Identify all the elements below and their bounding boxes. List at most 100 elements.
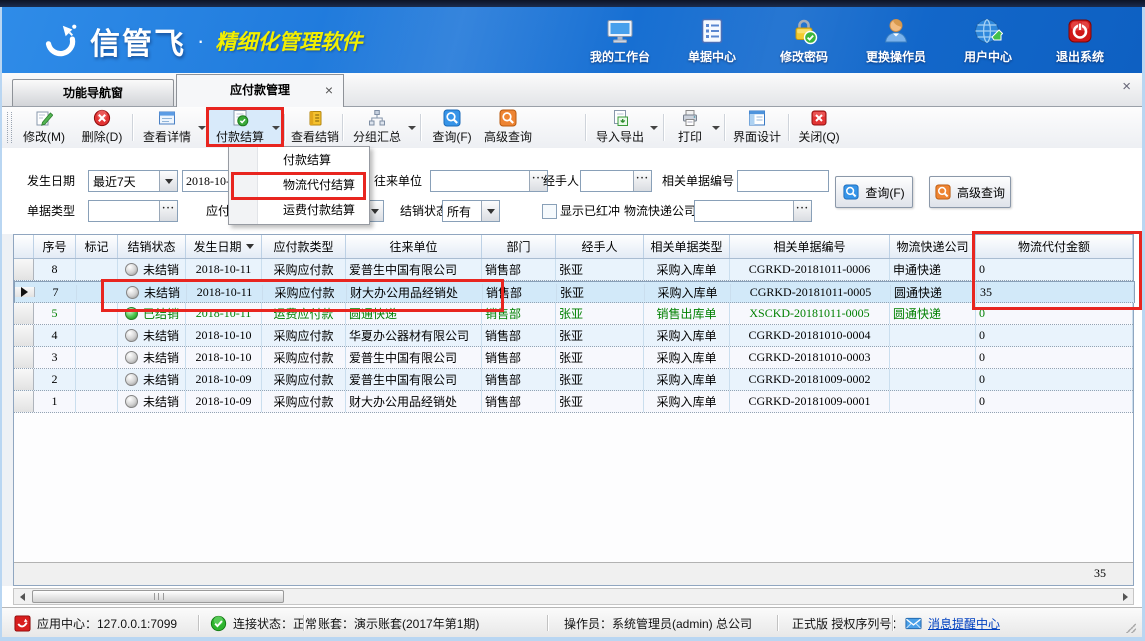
ellipsis-button[interactable]: ···: [793, 201, 811, 221]
header-action-label: 单据中心: [673, 48, 751, 65]
horizontal-scrollbar[interactable]: [13, 588, 1134, 605]
column-header-type[interactable]: 应付款类型: [262, 235, 346, 258]
toolbar-button-settle[interactable]: 付款结算: [208, 109, 282, 145]
settled-status-icon: [125, 307, 138, 320]
status-text: 未结销: [143, 261, 179, 278]
toolbar-button-group[interactable]: 分组汇总: [346, 109, 418, 145]
table-row[interactable]: 3未结销2018-10-10采购应付款爱普生中国有限公司销售部张亚采购入库单CG…: [14, 347, 1133, 369]
column-header-ind[interactable]: [14, 235, 34, 258]
column-header-label: 相关单据类型: [650, 238, 722, 255]
tab-close-icon[interactable]: ×: [325, 75, 333, 106]
app-logo-icon: [14, 615, 31, 632]
status-bar: 应用中心：127.0.0.1:7099 连接状态：正常 账套：演示账套(2017…: [2, 607, 1142, 638]
chevron-down-icon[interactable]: [481, 201, 499, 221]
header-action-operator[interactable]: 更换操作员: [857, 16, 935, 65]
column-header-mark[interactable]: 标记: [76, 235, 118, 258]
scroll-left-arrow-icon[interactable]: [14, 589, 30, 604]
header-action-doc-center[interactable]: 单据中心: [673, 16, 751, 65]
logistics-company-input[interactable]: ···: [694, 200, 812, 222]
header-action-user-center[interactable]: 用户中心: [949, 16, 1027, 65]
menu-item-freight-settle[interactable]: 运费付款结算: [229, 198, 369, 223]
row-indicator-cell: [14, 369, 34, 390]
ellipsis-button[interactable]: ···: [633, 171, 651, 191]
window-left-edge: [0, 7, 2, 641]
scroll-right-arrow-icon[interactable]: [1117, 589, 1133, 604]
cell-date: 2018-10-09: [186, 391, 262, 412]
column-header-doc_no[interactable]: 相关单据编号: [730, 235, 890, 258]
table-row[interactable]: 8未结销2018-10-11采购应付款爱普生中国有限公司销售部张亚采购入库单CG…: [14, 259, 1133, 281]
chevron-down-icon[interactable]: [159, 171, 177, 191]
column-header-dept[interactable]: 部门: [482, 235, 556, 258]
column-header-logistics[interactable]: 物流快递公司: [890, 235, 976, 258]
column-header-status[interactable]: 结销状态: [118, 235, 186, 258]
toolbar-button-label: 分组汇总: [353, 128, 401, 145]
toolbar-button-view-settle[interactable]: 查看结销: [288, 109, 342, 145]
ellipsis-button[interactable]: ···: [159, 201, 177, 221]
table-row[interactable]: 7未结销2018-10-11采购应付款财大办公用品经销处销售部张亚采购入库单CG…: [14, 281, 1135, 303]
cell-handler: 张亚: [556, 347, 644, 368]
table-row[interactable]: 2未结销2018-10-09采购应付款爱普生中国有限公司销售部张亚采购入库单CG…: [14, 369, 1133, 391]
status-license: 正式版 授权序列号：: [792, 608, 903, 638]
unit-input[interactable]: ···: [430, 170, 548, 192]
toolbar-button-label: 查看详情: [143, 128, 191, 145]
cell-logistics: 圆通快递: [890, 303, 976, 324]
show-red-flush-checkbox[interactable]: [542, 204, 557, 219]
toolbar-button-delete[interactable]: 删除(D): [76, 109, 128, 145]
menu-item-pay-settle[interactable]: 付款结算: [229, 148, 369, 173]
doctype-input[interactable]: ···: [88, 200, 178, 222]
status-message-center[interactable]: 消息提醒中心: [905, 608, 1000, 638]
brand: 信管飞 · 精细化管理软件: [38, 19, 362, 63]
cell-type: 采购应付款: [262, 259, 346, 280]
toolbar-button-import-export[interactable]: 导入导出: [590, 109, 660, 145]
row-indicator-cell: [14, 303, 34, 324]
header-action-workbench[interactable]: 我的工作台: [581, 16, 659, 65]
adv-search-icon: [499, 109, 517, 127]
column-header-label: 序号: [42, 238, 66, 255]
advanced-query-button[interactable]: 高级查询: [929, 176, 1011, 208]
tabbar-close-icon[interactable]: ×: [1122, 79, 1131, 94]
status-app-center: 应用中心：127.0.0.1:7099: [14, 608, 177, 638]
menu-item-logistics-settle[interactable]: 物流代付结算: [229, 173, 369, 198]
message-center-link[interactable]: 消息提醒中心: [928, 615, 1000, 632]
query-button[interactable]: 查询(F): [835, 176, 913, 208]
toolbar-button-print[interactable]: 打印: [668, 109, 722, 145]
settle-status-value: 所有: [443, 203, 481, 220]
toolbar-button-detail[interactable]: 查看详情: [136, 109, 208, 145]
toolbar-gripper[interactable]: [7, 112, 12, 143]
toolbar-button-close[interactable]: 关闭(Q): [792, 109, 846, 145]
resize-grip[interactable]: [1126, 623, 1136, 633]
column-header-doc_type[interactable]: 相关单据类型: [644, 235, 730, 258]
user-center-icon: [973, 16, 1003, 46]
table-row[interactable]: 4未结销2018-10-10采购应付款华夏办公器材有限公司销售部张亚采购入库单C…: [14, 325, 1133, 347]
row-indicator-cell: [15, 287, 35, 297]
header-action-password[interactable]: 修改密码: [765, 16, 843, 65]
table-row[interactable]: 5已结销2018-10-11运费应付款圆通快递销售部张亚销售出库单XSCKD-2…: [14, 303, 1133, 325]
toolbar-separator: [420, 114, 422, 141]
close-icon: [810, 109, 828, 127]
header-action-exit[interactable]: 退出系统: [1041, 16, 1119, 65]
cell-handler: 张亚: [556, 259, 644, 280]
settle-status-select[interactable]: 所有: [442, 200, 500, 222]
docno-input[interactable]: [737, 170, 829, 192]
scrollbar-thumb[interactable]: [32, 590, 284, 603]
column-header-date[interactable]: 发生日期: [186, 235, 262, 258]
toolbar-button-search[interactable]: 查询(F): [426, 109, 478, 145]
cell-dept: 销售部: [482, 303, 556, 324]
table-row[interactable]: 1未结销2018-10-09采购应付款财大办公用品经销处销售部张亚采购入库单CG…: [14, 391, 1133, 413]
cell-mark: [76, 303, 118, 324]
tab-payables-management[interactable]: 应付款管理 ×: [176, 74, 344, 107]
toolbar-button-adv-search[interactable]: 高级查询: [480, 109, 536, 145]
status-connection: 连接状态：正常: [210, 608, 317, 638]
toolbar-separator: [342, 114, 344, 141]
column-header-amount[interactable]: 物流代付金额: [976, 235, 1133, 258]
column-header-handler[interactable]: 经手人: [556, 235, 644, 258]
date-range-select[interactable]: 最近7天: [88, 170, 178, 192]
handler-input[interactable]: ···: [580, 170, 652, 192]
cell-logistics: [890, 325, 976, 346]
column-header-no[interactable]: 序号: [34, 235, 76, 258]
toolbar-button-edit[interactable]: 修改(M): [16, 109, 72, 145]
toolbar-button-ui-design[interactable]: 界面设计: [728, 109, 786, 145]
tab-function-nav[interactable]: 功能导航窗: [12, 79, 174, 106]
envelope-icon: [905, 615, 922, 632]
column-header-unit[interactable]: 往来单位: [346, 235, 482, 258]
